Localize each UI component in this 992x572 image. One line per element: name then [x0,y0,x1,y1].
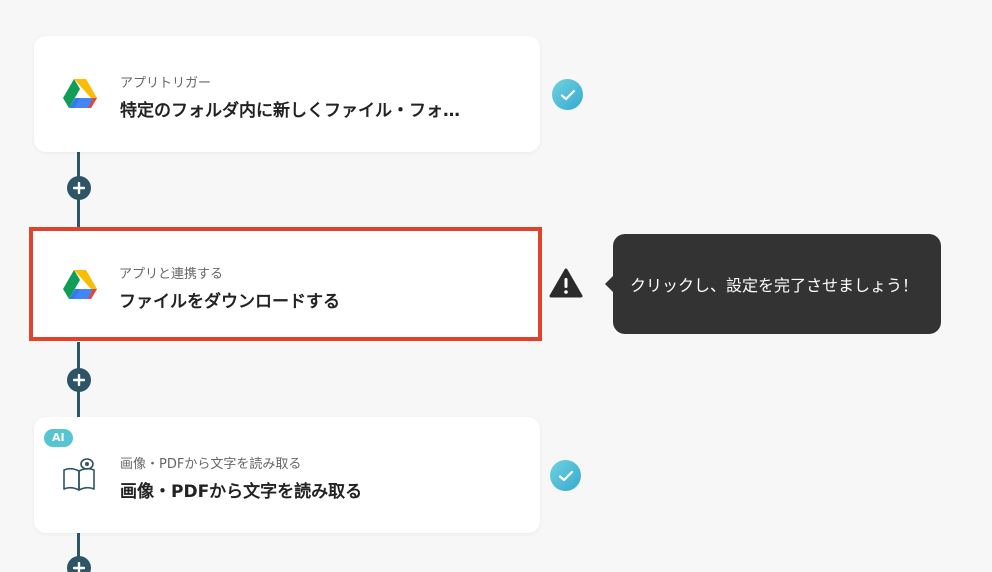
flow-step-card-download[interactable]: アプリと連携する ファイルをダウンロードする [29,227,542,341]
step-complete-check [550,460,581,491]
plus-icon [73,182,85,194]
tooltip-text: クリックし、設定を完了させましょう！ [630,276,919,295]
book-eye-icon [63,458,95,491]
ai-badge: AI [44,429,73,447]
warning-icon [549,268,583,298]
google-drive-icon [63,270,97,299]
add-step-button[interactable] [67,176,91,200]
plus-icon [73,374,85,386]
plus-icon [73,562,85,572]
flow-step-card-ocr[interactable]: AI 画像・PDFから文字を読み取る 画像・PDFから文字を読み取る [34,417,540,533]
step-title: ファイルをダウンロードする [119,292,340,312]
step-subtitle: アプリと連携する [119,267,224,282]
step-subtitle: 画像・PDFから文字を読み取る [120,457,302,472]
step-complete-check [552,79,583,110]
add-step-button[interactable] [67,368,91,392]
check-icon [560,89,575,100]
add-step-button[interactable] [67,556,91,572]
check-icon [558,470,573,481]
flow-step-card-trigger[interactable]: アプリトリガー 特定のフォルダ内に新しくファイル・フォ… [34,36,540,152]
step-title: 画像・PDFから文字を読み取る [120,482,363,502]
setup-hint-tooltip: クリックし、設定を完了させましょう！ [605,234,941,334]
flow-canvas: アプリトリガー 特定のフォルダ内に新しくファイル・フォ… アプリと連携する ファ… [0,0,992,572]
step-title: 特定のフォルダ内に新しくファイル・フォ… [120,101,460,121]
google-drive-icon [63,79,97,108]
step-subtitle: アプリトリガー [120,76,212,91]
